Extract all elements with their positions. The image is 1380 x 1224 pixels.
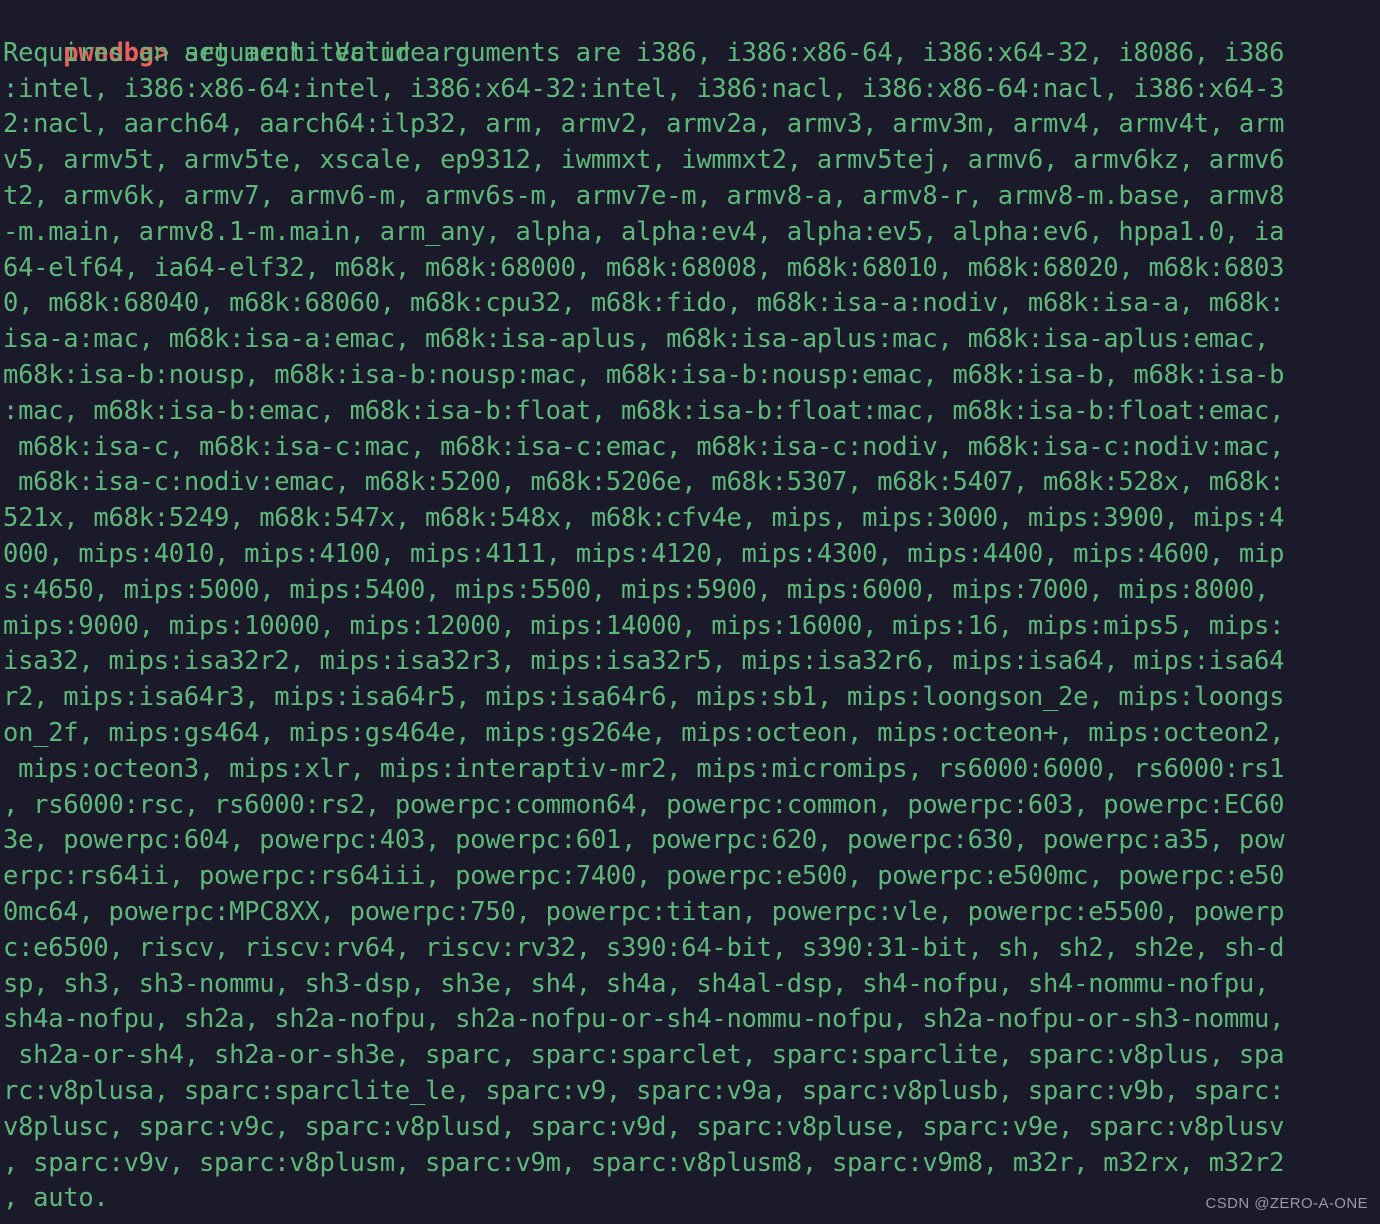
- output-line-text: s:4650, mips:5000, mips:5400, mips:5500,…: [3, 574, 1270, 605]
- output-line: erpc:rs64ii, powerpc:rs64iii, powerpc:74…: [0, 859, 1380, 895]
- output-line-text: :mac, m68k:isa-b:emac, m68k:isa-b:float,…: [3, 395, 1285, 426]
- output-line: :mac, m68k:isa-b:emac, m68k:isa-b:float,…: [0, 394, 1380, 430]
- output-line: 521x, m68k:5249, m68k:547x, m68k:548x, m…: [0, 501, 1380, 537]
- output-line: mips:9000, mips:10000, mips:12000, mips:…: [0, 609, 1380, 645]
- output-line: 64-elf64, ia64-elf32, m68k, m68k:68000, …: [0, 251, 1380, 287]
- output-line: sh2a-or-sh4, sh2a-or-sh3e, sparc, sparc:…: [0, 1038, 1380, 1074]
- output-line-text: 000, mips:4010, mips:4100, mips:4111, mi…: [3, 538, 1285, 569]
- output-line: 000, mips:4010, mips:4100, mips:4111, mi…: [0, 537, 1380, 573]
- output-line: sh4a-nofpu, sh2a, sh2a-nofpu, sh2a-nofpu…: [0, 1002, 1380, 1038]
- output-line-text: -m.main, armv8.1-m.main, arm_any, alpha,…: [3, 216, 1285, 247]
- output-line-text: isa32, mips:isa32r2, mips:isa32r3, mips:…: [3, 646, 1285, 677]
- output-line-text: m68k:isa-c:nodiv:emac, m68k:5200, m68k:5…: [3, 467, 1285, 498]
- output-line-text: m68k:isa-b:nousp, m68k:isa-b:nousp:mac, …: [3, 359, 1285, 390]
- output-line-text: rc:v8plusa, sparc:sparclite_le, sparc:v9…: [3, 1075, 1285, 1106]
- output-line-text: :intel, i386:x86-64:intel, i386:x64-32:i…: [3, 73, 1285, 104]
- output-line-text: mips:octeon3, mips:xlr, mips:interaptiv-…: [3, 753, 1285, 784]
- output-line: r2, mips:isa64r3, mips:isa64r5, mips:isa…: [0, 680, 1380, 716]
- output-line-text: 0, m68k:68040, m68k:68060, m68k:cpu32, m…: [3, 288, 1285, 319]
- output-line: s:4650, mips:5000, mips:5400, mips:5500,…: [0, 573, 1380, 609]
- output-line: , sparc:v9v, sparc:v8plusm, sparc:v9m, s…: [0, 1146, 1380, 1182]
- output-line: c:e6500, riscv, riscv:rv64, riscv:rv32, …: [0, 931, 1380, 967]
- output-line-text: 3e, powerpc:604, powerpc:403, powerpc:60…: [3, 825, 1285, 856]
- output-line: 0, m68k:68040, m68k:68060, m68k:cpu32, m…: [0, 286, 1380, 322]
- output-line-text: 2:nacl, aarch64, aarch64:ilp32, arm, arm…: [3, 109, 1285, 140]
- output-line-text: , sparc:v9v, sparc:v8plusm, sparc:v9m, s…: [3, 1147, 1285, 1178]
- output-line-text: 521x, m68k:5249, m68k:547x, m68k:548x, m…: [3, 503, 1285, 534]
- output-line-text: r2, mips:isa64r3, mips:isa64r5, mips:isa…: [3, 682, 1285, 713]
- output-line: m68k:isa-c, m68k:isa-c:mac, m68k:isa-c:e…: [0, 430, 1380, 466]
- output-line-text: isa-a:mac, m68k:isa-a:emac, m68k:isa-apl…: [3, 324, 1270, 355]
- output-line-text: 64-elf64, ia64-elf32, m68k, m68k:68000, …: [3, 252, 1285, 283]
- output-line: Requires an argument. Valid arguments ar…: [0, 36, 1380, 72]
- output-line-text: sp, sh3, sh3-nommu, sh3-dsp, sh3e, sh4, …: [3, 968, 1270, 999]
- output-line: isa-a:mac, m68k:isa-a:emac, m68k:isa-apl…: [0, 322, 1380, 358]
- command-output-block: Requires an argument. Valid arguments ar…: [0, 36, 1380, 1217]
- output-line: :intel, i386:x86-64:intel, i386:x64-32:i…: [0, 72, 1380, 108]
- output-line-text: , auto.: [3, 1183, 109, 1214]
- output-line: m68k:isa-c:nodiv:emac, m68k:5200, m68k:5…: [0, 465, 1380, 501]
- output-line-text: v5, armv5t, armv5te, xscale, ep9312, iwm…: [3, 145, 1285, 176]
- output-line: t2, armv6k, armv7, armv6-m, armv6s-m, ar…: [0, 179, 1380, 215]
- output-line: v5, armv5t, armv5te, xscale, ep9312, iwm…: [0, 143, 1380, 179]
- output-line-text: Requires an argument. Valid arguments ar…: [3, 37, 1285, 68]
- terminal-output-pane[interactable]: pwndbg> set architecture Requires an arg…: [0, 0, 1380, 1224]
- output-line: sp, sh3, sh3-nommu, sh3-dsp, sh3e, sh4, …: [0, 967, 1380, 1003]
- output-line-text: c:e6500, riscv, riscv:rv64, riscv:rv32, …: [3, 932, 1285, 963]
- csdn-watermark: CSDN @ZERO-A-ONE: [1205, 1195, 1368, 1212]
- output-line: v8plusc, sparc:v9c, sparc:v8plusd, sparc…: [0, 1110, 1380, 1146]
- output-line: 3e, powerpc:604, powerpc:403, powerpc:60…: [0, 823, 1380, 859]
- output-line: 0mc64, powerpc:MPC8XX, powerpc:750, powe…: [0, 895, 1380, 931]
- output-line: , rs6000:rsc, rs6000:rs2, powerpc:common…: [0, 788, 1380, 824]
- output-line-text: mips:9000, mips:10000, mips:12000, mips:…: [3, 610, 1285, 641]
- output-line-text: t2, armv6k, armv7, armv6-m, armv6s-m, ar…: [3, 180, 1285, 211]
- output-line-text: erpc:rs64ii, powerpc:rs64iii, powerpc:74…: [3, 861, 1285, 892]
- output-line-text: on_2f, mips:gs464, mips:gs464e, mips:gs2…: [3, 717, 1285, 748]
- output-line-text: 0mc64, powerpc:MPC8XX, powerpc:750, powe…: [3, 896, 1285, 927]
- output-line-text: m68k:isa-c, m68k:isa-c:mac, m68k:isa-c:e…: [3, 431, 1285, 462]
- output-line: 2:nacl, aarch64, aarch64:ilp32, arm, arm…: [0, 107, 1380, 143]
- output-line: on_2f, mips:gs464, mips:gs464e, mips:gs2…: [0, 716, 1380, 752]
- output-line-text: sh2a-or-sh4, sh2a-or-sh3e, sparc, sparc:…: [3, 1040, 1285, 1071]
- output-line: , auto.: [0, 1181, 1380, 1217]
- output-line: isa32, mips:isa32r2, mips:isa32r3, mips:…: [0, 644, 1380, 680]
- output-line: mips:octeon3, mips:xlr, mips:interaptiv-…: [0, 752, 1380, 788]
- output-line: rc:v8plusa, sparc:sparclite_le, sparc:v9…: [0, 1074, 1380, 1110]
- output-line-text: v8plusc, sparc:v9c, sparc:v8plusd, sparc…: [3, 1111, 1285, 1142]
- command-prompt-line: pwndbg> set architecture: [0, 0, 1380, 68]
- output-line: m68k:isa-b:nousp, m68k:isa-b:nousp:mac, …: [0, 358, 1380, 394]
- output-line-text: , rs6000:rsc, rs6000:rs2, powerpc:common…: [3, 789, 1285, 820]
- output-line-text: sh4a-nofpu, sh2a, sh2a-nofpu, sh2a-nofpu…: [3, 1004, 1285, 1035]
- output-line: -m.main, armv8.1-m.main, arm_any, alpha,…: [0, 215, 1380, 251]
